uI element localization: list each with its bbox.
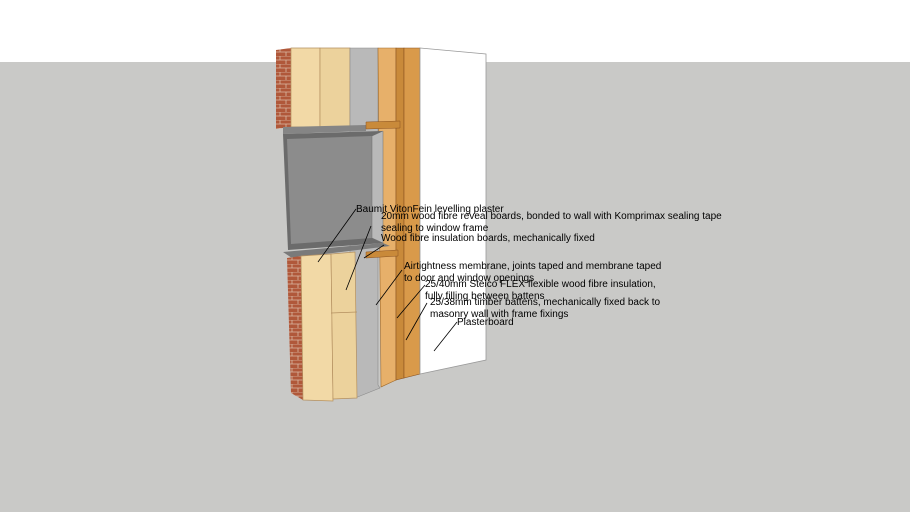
wood-fibre-board-lower-2 xyxy=(330,251,358,400)
label-reveal: 20mm wood fibre reveal boards, bonded to… xyxy=(381,211,722,235)
wood-fibre-board-upper-1 xyxy=(290,47,321,128)
window-glass xyxy=(287,136,372,244)
sill-bracket xyxy=(365,120,401,130)
wall-section-model xyxy=(0,0,910,512)
brick-wall-upper xyxy=(276,48,291,129)
label-airtightness-line1: Airtightness membrane, joints taped and … xyxy=(404,261,662,272)
wood-fibre-board-lower-1 xyxy=(300,253,334,402)
label-wood-fibre: Wood fibre insulation boards, mechanical… xyxy=(381,233,595,244)
label-battens-line1: 25/38mm timber battens, mechanically fix… xyxy=(430,297,661,308)
label-steico-line1: 25/40mm Steico FLEX flexible wood fibre … xyxy=(425,279,656,290)
label-plasterboard: Plasterboard xyxy=(457,317,514,328)
label-reveal-line1: 20mm wood fibre reveal boards, bonded to… xyxy=(381,211,722,222)
model-viewport[interactable]: Baumit VitonFein levelling plaster 20mm … xyxy=(0,0,910,512)
wood-fibre-board-upper-2 xyxy=(319,47,351,128)
